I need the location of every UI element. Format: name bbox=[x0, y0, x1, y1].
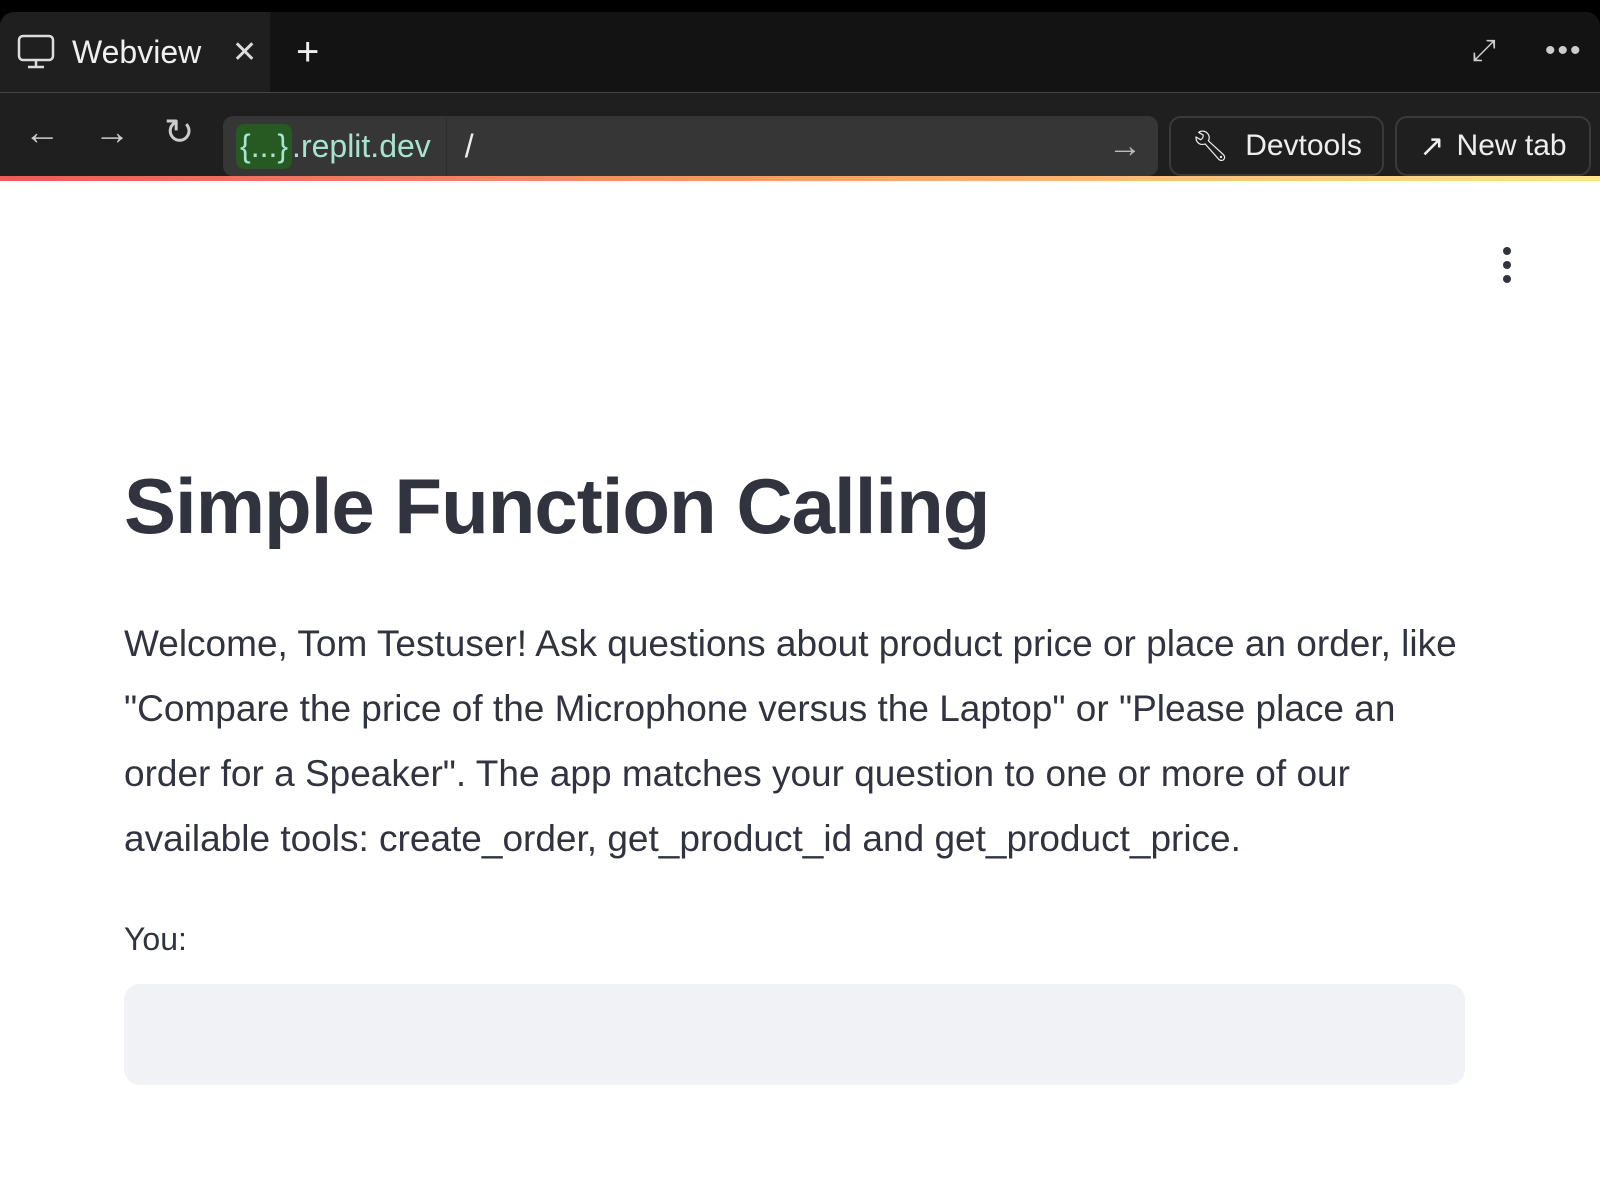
devtools-button[interactable]: 🔧︎ Devtools bbox=[1169, 116, 1384, 176]
back-icon[interactable]: ← bbox=[24, 111, 60, 153]
new-tab-button[interactable]: ↗ New tab bbox=[1395, 116, 1591, 176]
tab-webview[interactable]: Webview ✕ bbox=[0, 12, 270, 92]
page-title: Simple Function Calling bbox=[124, 462, 990, 550]
forward-icon[interactable]: → bbox=[94, 111, 130, 153]
monitor-icon bbox=[17, 34, 55, 69]
tab-title: Webview bbox=[72, 33, 202, 70]
main-menu-icon[interactable] bbox=[1500, 247, 1514, 283]
go-arrow-icon[interactable]: → bbox=[1108, 127, 1142, 166]
close-tab-icon[interactable]: ✕ bbox=[232, 35, 257, 70]
url-host-badge: {...} bbox=[236, 123, 293, 169]
new-tab-plus-icon[interactable]: + bbox=[296, 30, 319, 75]
new-tab-label: New tab bbox=[1456, 129, 1567, 162]
expand-icon[interactable]: ⤢ bbox=[1472, 34, 1496, 68]
url-separator bbox=[445, 116, 447, 176]
wrench-icon: 🔧︎ bbox=[1191, 129, 1230, 163]
app-page: Simple Function Calling Welcome, Tom Tes… bbox=[0, 181, 1600, 1195]
page-description: Welcome, Tom Testuser! Ask questions abo… bbox=[124, 623, 1457, 859]
chat-input[interactable] bbox=[124, 984, 1465, 1085]
reload-icon[interactable]: ↻ bbox=[164, 111, 194, 153]
url-host: .replit.dev bbox=[292, 127, 431, 164]
url-path: / bbox=[464, 127, 474, 164]
input-label: You: bbox=[124, 921, 187, 957]
devtools-label: Devtools bbox=[1245, 129, 1362, 162]
external-link-icon: ↗ bbox=[1419, 129, 1445, 163]
url-bar[interactable]: {...} .replit.dev / → bbox=[223, 116, 1158, 176]
navigation-bar: ← → ↻ {...} .replit.dev / → 🔧︎ Devtools … bbox=[0, 92, 1600, 180]
more-options-icon[interactable]: ••• bbox=[1545, 34, 1583, 68]
browser-chrome: Webview ✕ + ⤢ ••• ← → ↻ {...} .replit.de… bbox=[0, 12, 1600, 180]
